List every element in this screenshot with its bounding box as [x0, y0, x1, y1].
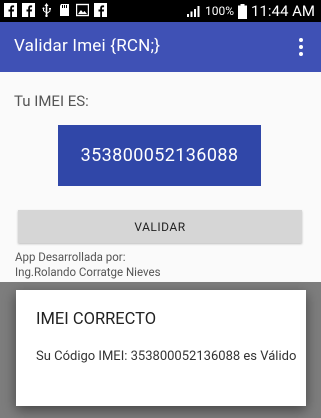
usb-icon: [42, 3, 51, 17]
credits-line-1: App Desarrollada por:: [15, 250, 126, 264]
signal-icon: [187, 6, 200, 17]
overflow-menu-icon[interactable]: [291, 37, 311, 57]
status-indicators: 100% 11:44 AM: [186, 2, 315, 20]
image-icon: [76, 3, 89, 17]
facebook-icon: [4, 3, 17, 17]
app-bar: Validar Imei {RCN;}: [0, 22, 321, 72]
result-dialog: IMEI CORRECTO Su Código IMEI: 3538000521…: [16, 290, 306, 406]
sd-card-icon: [60, 4, 69, 16]
developer-credits: App Desarrollada por: Ing.Rolando Corrat…: [15, 250, 161, 280]
dialog-title: IMEI CORRECTO: [36, 310, 157, 329]
dialog-message: Su Código IMEI: 353800052136088 es Válid…: [36, 349, 297, 364]
validate-button[interactable]: VALIDAR: [18, 210, 302, 243]
clock: 11:44 AM: [251, 2, 315, 20]
status-bar: 100% 11:44 AM: [0, 0, 321, 22]
facebook-icon: [22, 3, 35, 17]
credits-line-2: Ing.Rolando Corratge Nieves: [15, 265, 161, 279]
imei-display: 353800052136088: [58, 125, 261, 186]
battery-percent: 100%: [205, 4, 235, 18]
battery-icon: [238, 3, 248, 19]
app-title: Validar Imei {RCN;}: [14, 36, 161, 56]
imei-label: Tu IMEI ES:: [14, 92, 89, 110]
notification-icons: [4, 3, 107, 17]
facebook-icon: [94, 3, 107, 17]
